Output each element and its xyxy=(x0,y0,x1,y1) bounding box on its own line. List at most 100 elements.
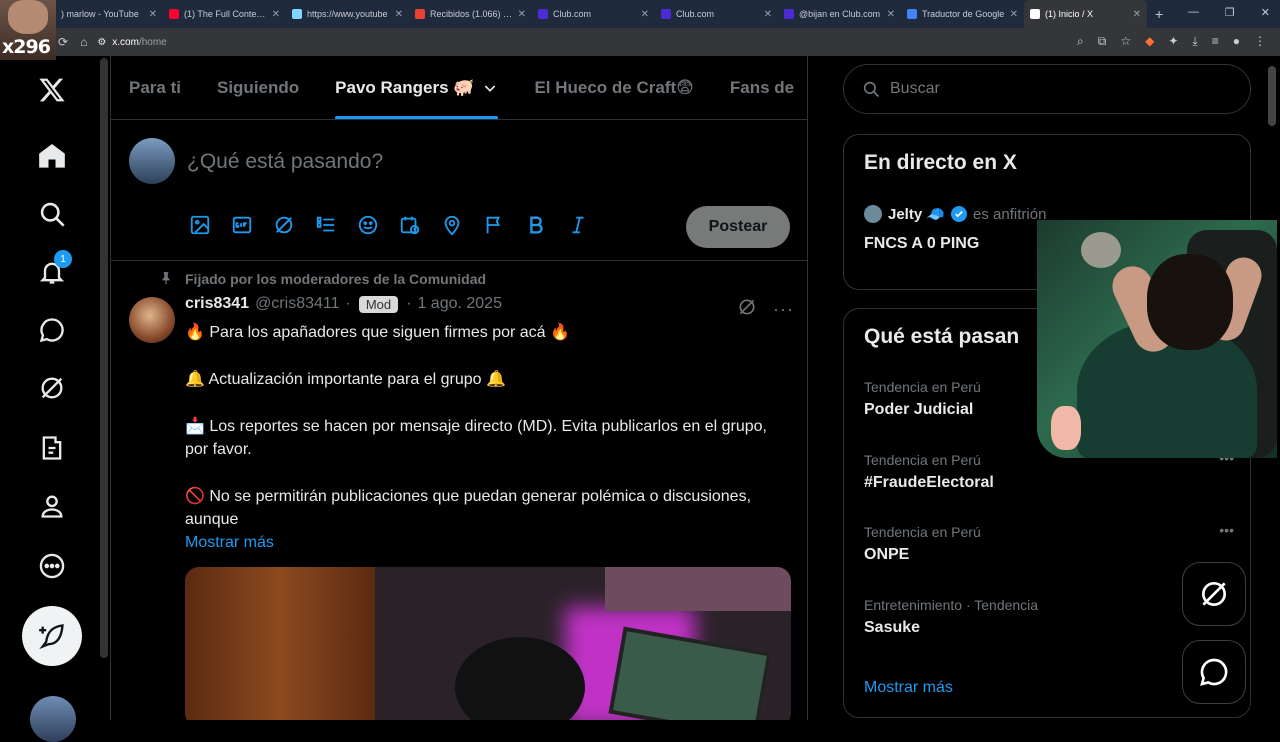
browser-tab[interactable]: https://www.youtube ✕ xyxy=(286,0,409,28)
tab-pavo-rangers[interactable]: Pavo Rangers 🐖 xyxy=(317,56,516,119)
gif-icon[interactable] xyxy=(229,212,255,238)
search-input[interactable]: Buscar xyxy=(843,64,1251,114)
media-door xyxy=(185,567,375,720)
home-icon[interactable]: ⌂ xyxy=(80,35,87,49)
bookmark-star-icon[interactable]: ☆ xyxy=(1120,34,1131,49)
tab-close-icon[interactable]: ✕ xyxy=(641,9,649,20)
tab-siguiendo[interactable]: Siguiendo xyxy=(199,56,317,119)
image-icon[interactable] xyxy=(187,212,213,238)
tab-close-icon[interactable]: ✕ xyxy=(1010,9,1018,20)
trend-more-icon[interactable]: ••• xyxy=(1219,522,1234,538)
right-scrollbar[interactable] xyxy=(1268,66,1276,126)
tab-close-icon[interactable]: ✕ xyxy=(395,9,403,20)
more-dots-icon[interactable]: ··· xyxy=(773,299,794,320)
host-suffix: es anfitrión xyxy=(973,205,1047,223)
browser-tab[interactable]: Recibidos (1.066) - a ✕ xyxy=(409,0,532,28)
downloads-icon[interactable]: ⤓ xyxy=(1192,34,1197,49)
composer-avatar[interactable] xyxy=(129,138,175,184)
compose-post-button[interactable] xyxy=(22,606,82,666)
post-media-image[interactable] xyxy=(185,567,791,720)
tab-fans-de[interactable]: Fans de xyxy=(712,56,807,119)
compose-input[interactable]: ¿Qué está pasando? xyxy=(187,150,383,174)
zoom-icon[interactable]: ⌕ xyxy=(1077,34,1084,49)
italic-icon[interactable] xyxy=(565,212,591,238)
location-icon[interactable] xyxy=(439,212,465,238)
separator-dot: · xyxy=(406,295,412,312)
tab-close-icon[interactable]: ✕ xyxy=(764,9,772,20)
author-handle[interactable]: @cris83411 xyxy=(255,295,339,313)
more-options-icon[interactable] xyxy=(30,544,74,588)
lists-icon[interactable] xyxy=(30,426,74,470)
explore-search-icon[interactable] xyxy=(30,192,74,236)
extension-fox-icon[interactable]: ◆ xyxy=(1145,34,1154,49)
left-scrollbar[interactable] xyxy=(100,58,108,658)
x-logo-icon[interactable] xyxy=(30,68,74,112)
site-info-icon[interactable]: ⚙ xyxy=(97,37,106,48)
schedule-icon[interactable] xyxy=(397,212,423,238)
tab-para-ti[interactable]: Para ti xyxy=(111,56,199,119)
tab-close-icon[interactable]: ✕ xyxy=(887,9,895,20)
new-tab-icon[interactable]: + xyxy=(1155,6,1163,22)
post-actions: ··· xyxy=(737,297,794,322)
menu-icon[interactable]: ⋮ xyxy=(1254,34,1266,49)
browser-tab[interactable]: Club.com ✕ xyxy=(655,0,778,28)
tab-close-icon[interactable]: ✕ xyxy=(1133,9,1141,20)
extensions-icon[interactable]: ✦ xyxy=(1168,34,1178,49)
profile-nav-icon[interactable] xyxy=(30,484,74,528)
feather-plus-icon xyxy=(39,624,64,650)
post-date[interactable]: 1 ago. 2025 xyxy=(417,295,502,313)
grok-explain-icon[interactable] xyxy=(737,297,757,322)
tab-close-icon[interactable]: ✕ xyxy=(272,9,280,20)
browser-tab[interactable]: ) marlow - YouTube ✕ xyxy=(40,0,163,28)
poll-icon[interactable] xyxy=(313,212,339,238)
browser-tab[interactable]: (1) Inicio / X ✕ xyxy=(1024,0,1147,28)
minimize-icon[interactable]: — xyxy=(1188,6,1199,19)
grok-fab-button[interactable] xyxy=(1182,562,1246,626)
messages-fab-button[interactable] xyxy=(1182,640,1246,704)
install-icon[interactable]: ⧉ xyxy=(1098,34,1107,49)
post-line: 🚫 No se permitirán publicaciones que pue… xyxy=(185,488,752,528)
url-field[interactable]: ⚙ x.com/home xyxy=(97,37,166,48)
reload-icon[interactable]: ⟳ xyxy=(58,35,68,49)
chevron-down-icon[interactable] xyxy=(482,80,498,96)
streamer-face xyxy=(8,0,48,34)
grok-compose-icon[interactable] xyxy=(271,212,297,238)
tab-hueco-de-craft[interactable]: El Hueco de Craft😨 xyxy=(516,56,711,119)
grok-icon[interactable] xyxy=(30,366,74,410)
flag-icon[interactable] xyxy=(481,212,507,238)
show-more-link[interactable]: Mostrar más xyxy=(185,531,785,554)
tab-close-icon[interactable]: ✕ xyxy=(149,9,157,20)
trend-item[interactable]: Tendencia en Perú ONPE ••• xyxy=(864,522,1234,564)
browser-tab[interactable]: (1) The Full Context - ✕ xyxy=(163,0,286,28)
home-nav-icon[interactable] xyxy=(30,134,74,178)
chat-bubble-icon xyxy=(1200,658,1228,686)
media-icon[interactable]: ≡ xyxy=(1212,34,1219,49)
tab-close-icon[interactable]: ✕ xyxy=(518,9,526,20)
trends-show-more-link[interactable]: Mostrar más xyxy=(864,679,953,697)
live-title: En directo en X xyxy=(864,151,1017,174)
search-placeholder: Buscar xyxy=(890,80,940,97)
messages-chat-icon[interactable] xyxy=(30,308,74,352)
tab-favicon-icon xyxy=(661,9,671,19)
profile-icon[interactable]: ● xyxy=(1233,34,1240,49)
tab-label: Siguiendo xyxy=(216,77,300,97)
live-host-row[interactable]: Jelty 🧢 es anfitrión xyxy=(864,205,1046,223)
post-button[interactable]: Postear xyxy=(686,206,790,248)
trend-item[interactable]: Tendencia en Perú #FraudeElectoral ••• xyxy=(864,450,1234,492)
maximize-icon[interactable]: ❐ xyxy=(1225,6,1235,19)
browser-tab[interactable]: @bijan en Club.com ✕ xyxy=(778,0,901,28)
trend-item[interactable]: Entretenimiento · Tendencia Sasuke xyxy=(864,597,1234,637)
post-line: 🔥 Para los apañadores que siguen firmes … xyxy=(185,324,570,341)
emoji-icon[interactable] xyxy=(355,212,381,238)
live-stream-title[interactable]: FNCS A 0 PING xyxy=(864,235,979,253)
account-avatar[interactable] xyxy=(30,696,76,742)
tab-favicon-icon xyxy=(292,9,302,19)
trend-name: #FraudeElectoral xyxy=(864,474,994,491)
browser-tab[interactable]: Club.com ✕ xyxy=(532,0,655,28)
bold-icon[interactable] xyxy=(523,212,549,238)
post-author-avatar[interactable] xyxy=(129,297,175,343)
close-window-icon[interactable]: ✕ xyxy=(1261,6,1270,19)
separator-dot: · xyxy=(345,295,351,312)
browser-tab[interactable]: Traductor de Google ✕ xyxy=(901,0,1024,28)
author-name[interactable]: cris8341 xyxy=(185,295,249,313)
